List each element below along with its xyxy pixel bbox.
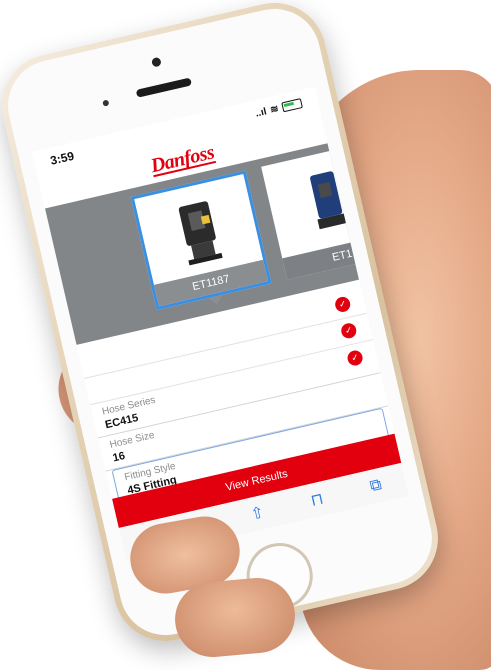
battery-icon	[281, 98, 303, 113]
tabs-icon[interactable]: ⧉	[368, 476, 383, 496]
product-card-selected[interactable]: ET1187	[130, 170, 272, 310]
status-time: 3:59	[48, 148, 76, 168]
status-icons: ..ıl ≋	[254, 98, 303, 119]
check-icon: ✓	[333, 295, 352, 314]
finger	[171, 574, 299, 661]
share-icon[interactable]: ⇧	[249, 502, 267, 525]
check-icon: ✓	[339, 321, 358, 340]
signal-icon: ..ıl	[254, 105, 268, 120]
wifi-icon: ≋	[269, 103, 280, 116]
bookmarks-icon[interactable]: ⊓	[309, 489, 326, 511]
product-card-label: ET1	[282, 231, 360, 280]
crimper-machine-image	[178, 201, 223, 266]
